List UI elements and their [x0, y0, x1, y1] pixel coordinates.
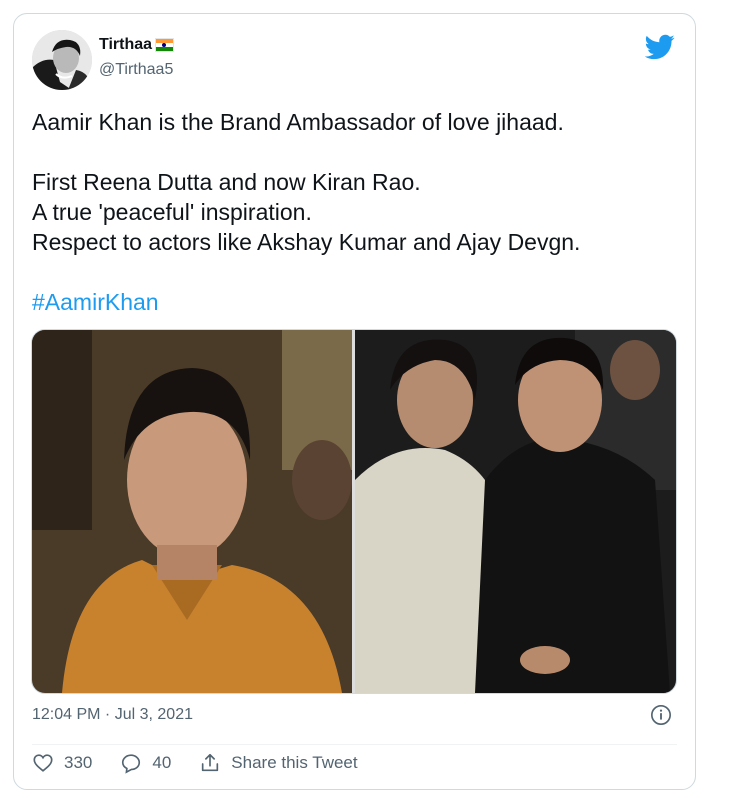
share-label: Share this Tweet	[231, 753, 358, 772]
display-name[interactable]: Tirthaa	[99, 36, 152, 54]
tweet-timestamp[interactable]: 12:04 PM · Jul 3, 2021	[32, 706, 193, 724]
info-icon[interactable]	[650, 704, 672, 726]
avatar[interactable]	[32, 30, 92, 90]
photo-right-image	[355, 330, 676, 693]
hashtag-link[interactable]: #AamirKhan	[32, 287, 159, 317]
tweet-media[interactable]	[31, 329, 677, 694]
tweet-card[interactable]: Tirthaa @Tirthaa5 Aamir Khan is the Bran…	[13, 13, 696, 790]
reply-button[interactable]: 40	[120, 752, 171, 774]
display-name-row[interactable]: Tirthaa	[99, 36, 175, 54]
tweet-actions: 330 40 Share this Tweet	[32, 752, 386, 774]
share-icon	[202, 753, 219, 772]
heart-icon	[33, 754, 53, 772]
photo-left[interactable]	[32, 330, 352, 693]
reply-icon	[122, 754, 141, 774]
tweet-text: Aamir Khan is the Brand Ambassador of lo…	[32, 109, 581, 255]
like-count: 330	[64, 753, 93, 772]
photo-right[interactable]	[355, 330, 676, 693]
divider	[32, 744, 677, 745]
user-handle[interactable]: @Tirthaa5	[99, 61, 173, 79]
twitter-bird-icon[interactable]	[645, 32, 675, 62]
avatar-image	[32, 30, 92, 90]
share-button[interactable]: Share this Tweet	[199, 752, 358, 774]
like-button[interactable]: 330	[32, 752, 92, 774]
india-flag-icon	[155, 38, 175, 52]
reply-count: 40	[152, 753, 172, 772]
photo-left-image	[32, 330, 352, 693]
